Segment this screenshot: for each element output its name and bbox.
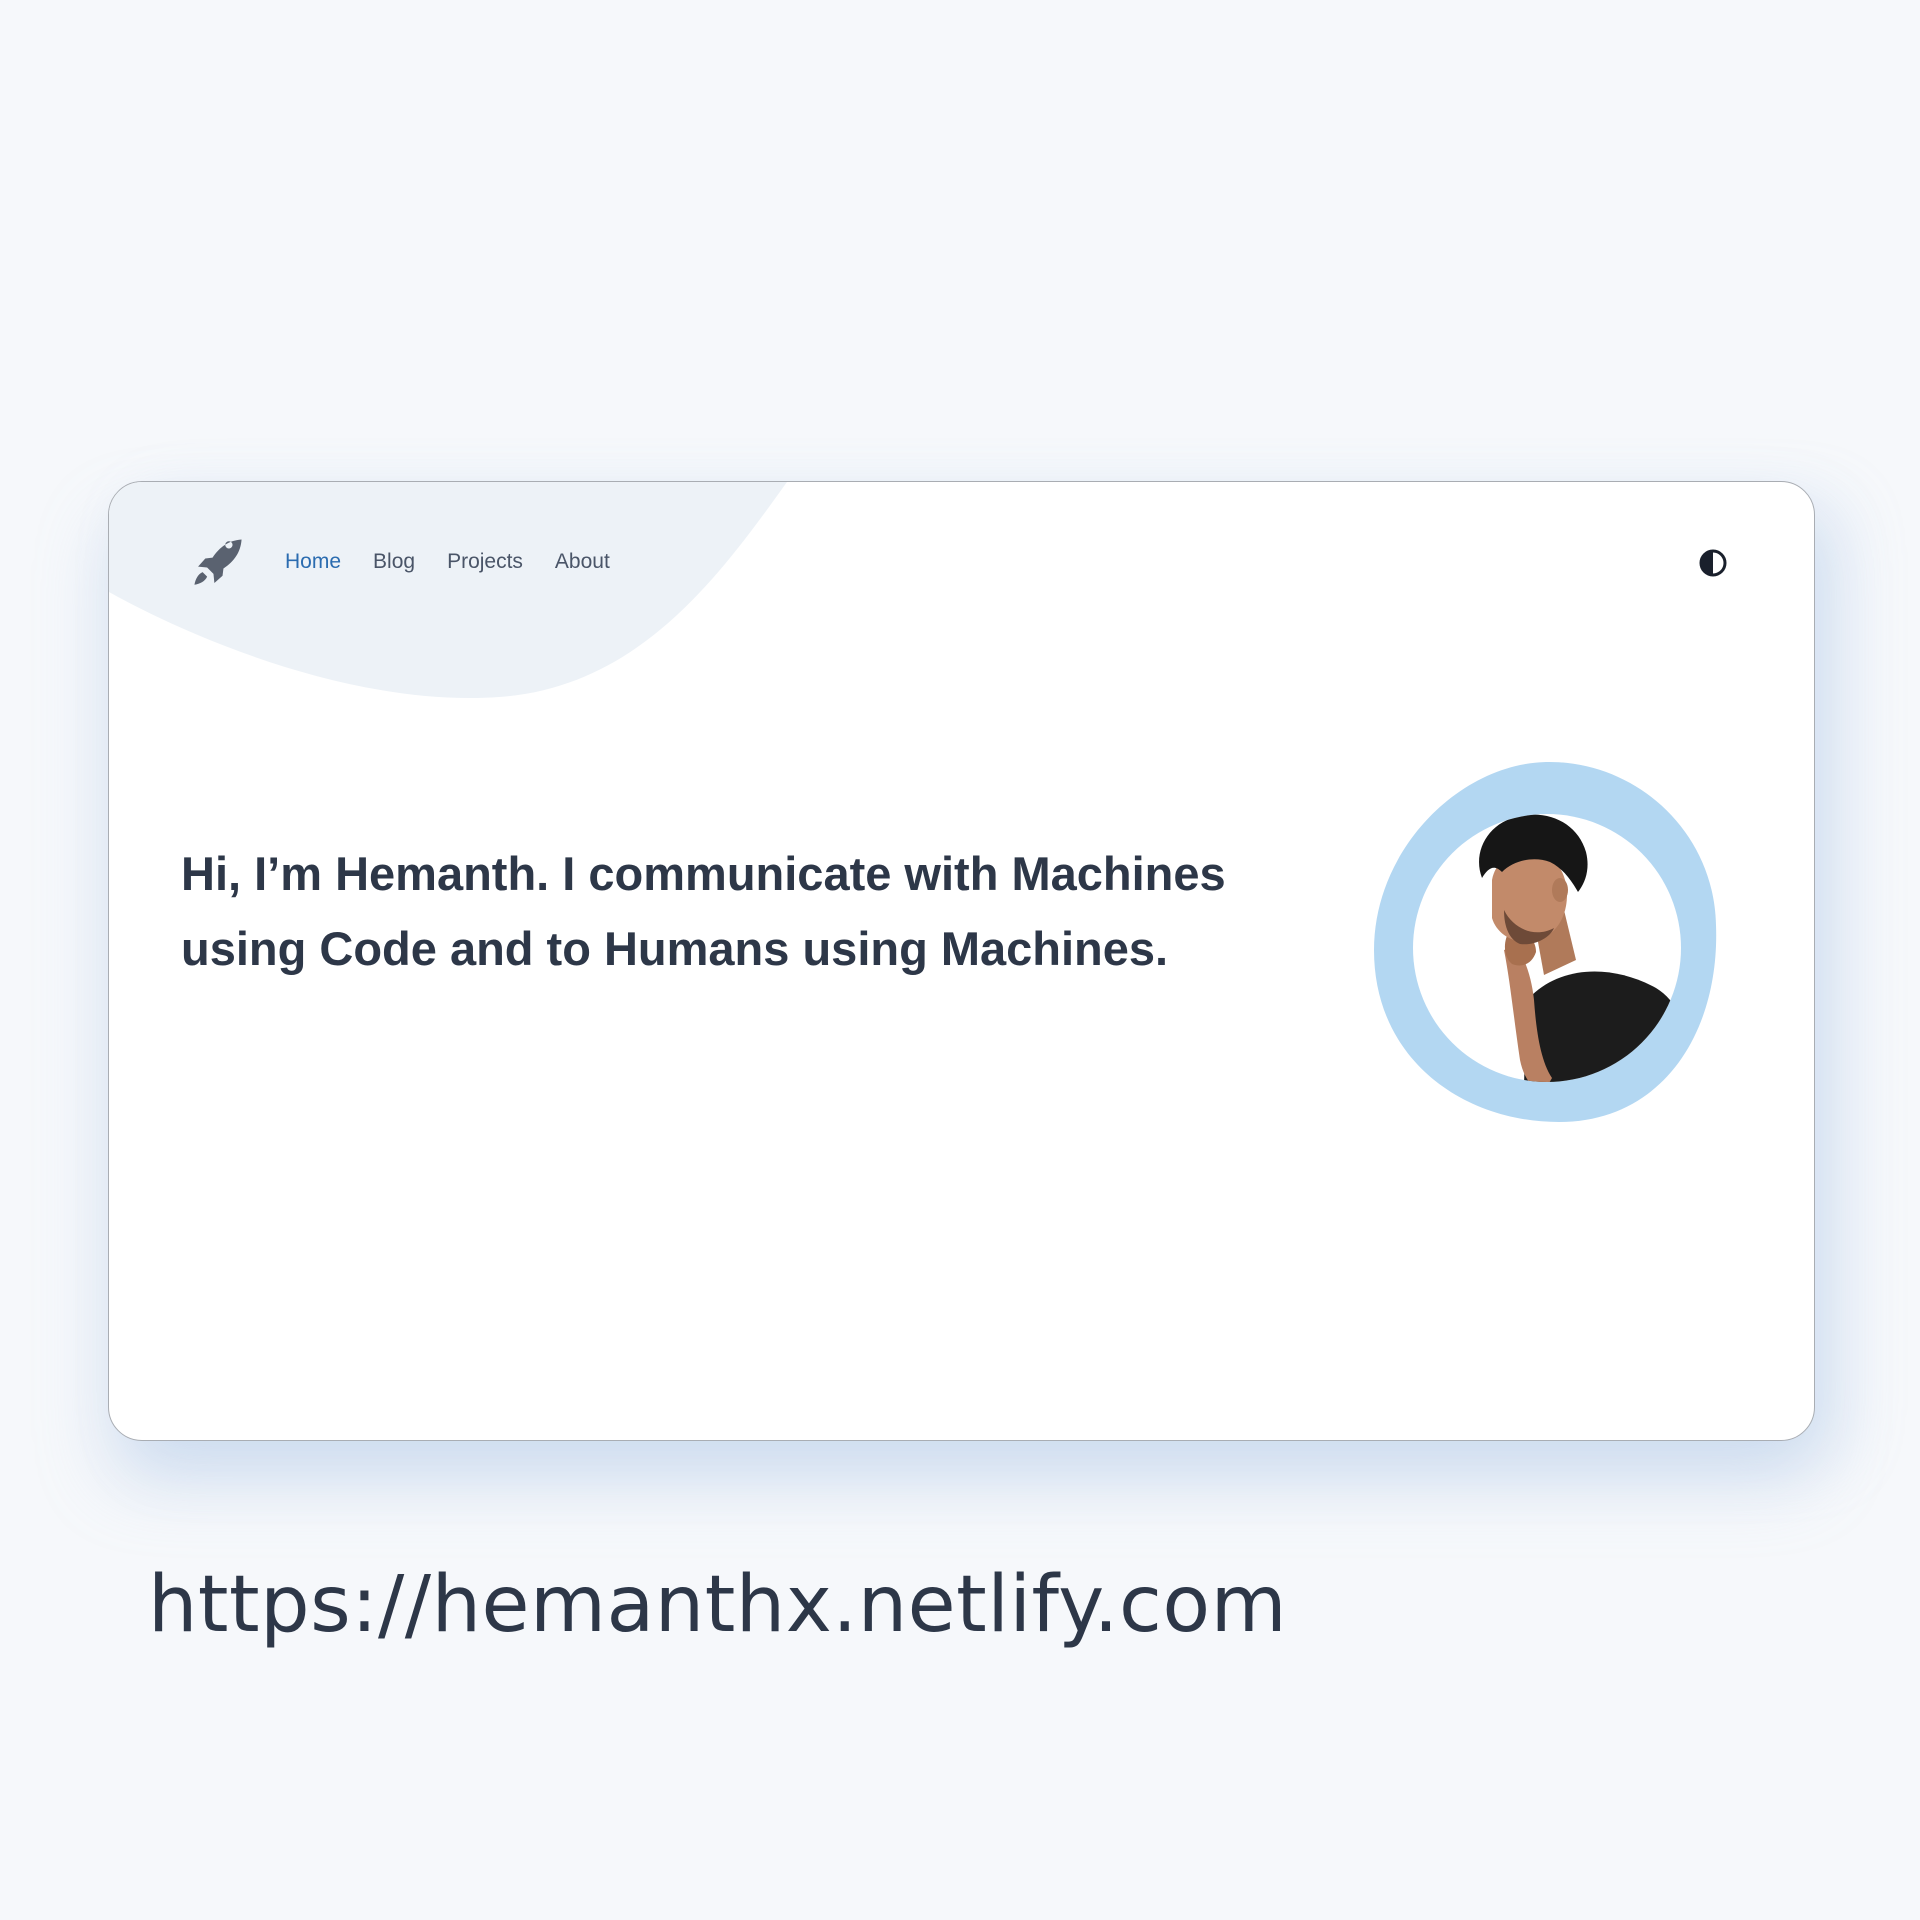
nav-blog-link[interactable]: Blog (373, 545, 415, 579)
site-url: https://hemanthx.netlify.com (148, 1560, 1288, 1650)
nav-projects-link[interactable]: Projects (447, 545, 523, 579)
website-preview-card: Home Blog Projects About Hi, I’m Hemanth… (108, 481, 1815, 1441)
avatar (1374, 761, 1717, 1122)
rocket-icon[interactable] (189, 534, 247, 592)
nav-about-link[interactable]: About (555, 545, 610, 579)
main-nav: Home Blog Projects About (285, 545, 642, 579)
contrast-icon[interactable] (1698, 548, 1728, 578)
hero-headline: Hi, I’m Hemanth. I communicate with Mach… (181, 847, 1226, 975)
nav-home-link[interactable]: Home (285, 545, 341, 579)
header-background-blob (109, 482, 787, 699)
